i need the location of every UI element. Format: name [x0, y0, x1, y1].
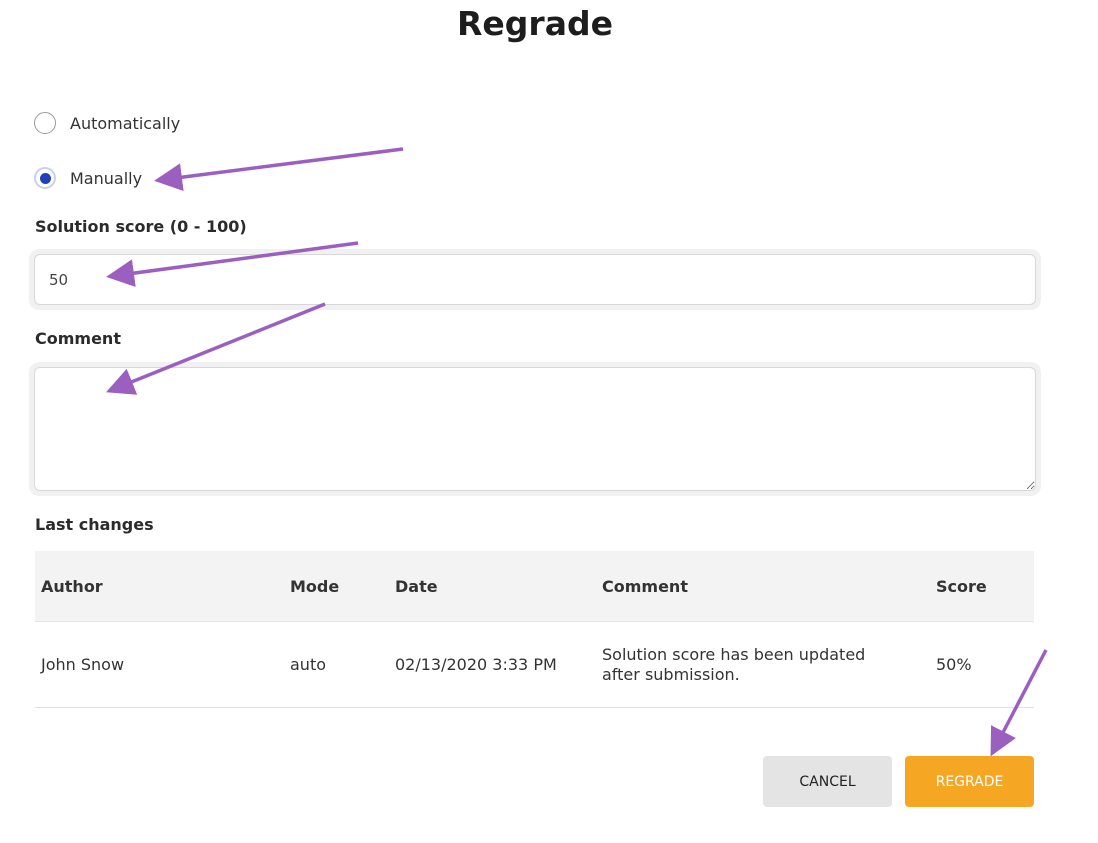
- column-header-comment: Comment: [596, 551, 930, 622]
- cell-comment-line2: after submission.: [602, 664, 740, 684]
- table-row: John Snow auto 02/13/2020 3:33 PM Soluti…: [35, 621, 1034, 708]
- radio-dot-icon: [39, 172, 51, 184]
- annotation-arrow-icon: [154, 147, 404, 192]
- radio-automatically[interactable]: Automatically: [34, 112, 180, 134]
- solution-score-input[interactable]: [34, 254, 1036, 305]
- cell-date: 02/13/2020 3:33 PM: [389, 621, 596, 708]
- comment-label: Comment: [35, 329, 121, 348]
- regrade-button[interactable]: REGRADE: [905, 756, 1034, 807]
- last-changes-heading: Last changes: [35, 515, 154, 534]
- radio-manually-label: Manually: [70, 168, 143, 188]
- column-header-score: Score: [930, 551, 1034, 622]
- cell-mode: auto: [284, 621, 389, 708]
- radio-button-unchecked[interactable]: [34, 112, 56, 134]
- comment-textarea[interactable]: [34, 367, 1036, 491]
- cancel-button[interactable]: CANCEL: [763, 756, 892, 807]
- solution-score-label: Solution score (0 - 100): [35, 217, 247, 236]
- column-header-mode: Mode: [284, 551, 389, 622]
- radio-manually[interactable]: Manually: [34, 167, 142, 189]
- column-header-author: Author: [35, 551, 284, 622]
- radio-automatically-label: Automatically: [70, 113, 181, 133]
- cell-score: 50%: [930, 621, 1034, 708]
- column-header-date: Date: [389, 551, 596, 622]
- dialog-title: Regrade: [457, 4, 613, 43]
- cell-comment-line1: Solution score has been updated: [602, 644, 866, 664]
- table-header-row: Author Mode Date Comment Score: [35, 551, 1034, 622]
- last-changes-table: Author Mode Date Comment Score John Snow…: [35, 551, 1034, 708]
- cell-comment: Solution score has been updated after su…: [596, 621, 930, 708]
- solution-score-wrapper: [29, 249, 1041, 310]
- comment-wrapper: [29, 362, 1041, 496]
- radio-button-checked[interactable]: [34, 167, 56, 189]
- cell-author: John Snow: [35, 621, 284, 708]
